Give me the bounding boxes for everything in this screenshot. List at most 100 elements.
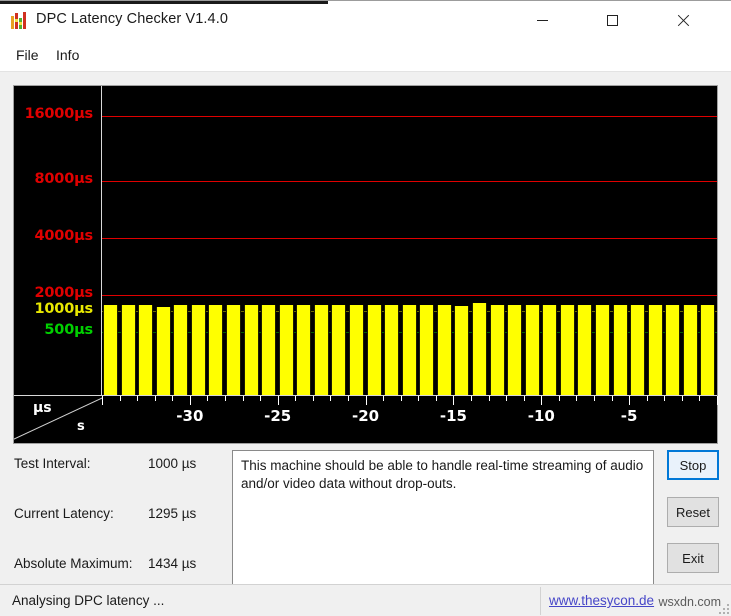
stop-button[interactable]: Stop [667, 450, 719, 480]
status-text: Analysing DPC latency ... [12, 593, 165, 608]
stat-value: 1000 µs [148, 456, 197, 471]
x-axis-tick-label: -5 [620, 407, 638, 425]
menubar: File Info [0, 38, 731, 72]
x-axis-tick [154, 396, 156, 401]
bar [313, 305, 329, 395]
x-axis-tick [330, 396, 332, 401]
bar [155, 307, 171, 395]
x-axis-tick [506, 396, 508, 401]
website-link[interactable]: www.thesycon.de [549, 593, 654, 608]
x-axis-tick [435, 396, 437, 401]
x-axis-tick [137, 396, 139, 401]
x-axis-tick [312, 396, 314, 401]
x-axis-tick [242, 396, 244, 401]
window-title: DPC Latency Checker V1.4.0 [36, 11, 228, 27]
y-axis: 16000µs 8000µs 4000µs 2000µs 1000µs 500µs [14, 86, 102, 395]
x-axis-tick-label: -15 [439, 407, 467, 425]
bar [682, 304, 698, 395]
x-axis-tick [400, 396, 402, 401]
stat-label: Test Interval: [14, 456, 91, 471]
titlebar: DPC Latency Checker V1.4.0 [0, 0, 731, 38]
bar [419, 305, 435, 395]
x-axis-tick [611, 396, 613, 401]
x-axis-tick [102, 396, 103, 405]
maximize-icon [607, 14, 618, 26]
graph-plot-area [102, 86, 717, 395]
menu-item-info[interactable]: Info [52, 46, 83, 64]
bar [454, 305, 470, 395]
x-axis: -30 -25 -20 -15 -10 -5 [102, 395, 718, 443]
bar [278, 305, 294, 395]
close-button[interactable] [660, 2, 705, 38]
resize-grip[interactable] [717, 602, 729, 614]
x-axis-tick [260, 396, 262, 401]
bar [261, 305, 277, 395]
x-axis-tick [453, 396, 455, 405]
x-axis-tick [523, 396, 525, 401]
bar [489, 304, 505, 395]
corner-diagonal-line [14, 396, 102, 441]
bar [630, 305, 646, 395]
bar [507, 305, 523, 395]
x-axis-tick [594, 396, 595, 401]
x-axis-tick [119, 396, 121, 401]
close-icon [676, 14, 689, 27]
menu-item-file[interactable]: File [12, 46, 43, 64]
exit-button[interactable]: Exit [667, 543, 719, 573]
bar [612, 304, 628, 395]
x-axis-tick [418, 396, 420, 401]
bar [700, 304, 716, 395]
statusbar-divider [540, 587, 541, 615]
x-axis-tick-label: -25 [264, 407, 292, 425]
x-axis-tick [225, 396, 226, 401]
y-axis-tick-label: 500µs [44, 322, 93, 338]
bar [542, 305, 558, 395]
x-axis-tick-label: -10 [527, 407, 555, 425]
latency-graph: 16000µs 8000µs 4000µs 2000µs 1000µs 500µs µs … [13, 85, 718, 444]
gridline [102, 238, 717, 239]
stat-value: 1434 µs [148, 556, 197, 571]
client-area: 16000µs 8000µs 4000µs 2000µs 1000µs 500µs µs … [0, 72, 731, 616]
bar [173, 305, 189, 395]
watermark-text: wsxdn.com [658, 595, 721, 609]
x-axis-tick [558, 396, 560, 401]
x-axis-tick [207, 396, 209, 401]
bar [208, 305, 224, 395]
minimize-button[interactable] [520, 2, 565, 38]
dpc-latency-checker-window: DPC Latency Checker V1.4.0 File Info 160… [0, 0, 731, 616]
stat-label: Current Latency: [14, 506, 114, 521]
bar [401, 305, 417, 395]
bar [384, 305, 400, 395]
x-axis-tick [629, 396, 631, 405]
x-axis-tick [383, 396, 385, 401]
bar [559, 305, 575, 395]
x-axis-tick [664, 396, 666, 401]
x-axis-tick [576, 396, 578, 401]
reset-button[interactable]: Reset [667, 497, 719, 527]
maximize-button[interactable] [590, 2, 635, 38]
x-axis-tick [717, 396, 718, 405]
x-axis-tick [699, 396, 701, 401]
bar [577, 305, 593, 395]
axis-corner-legend: µs s [14, 395, 102, 443]
gridline [102, 181, 717, 182]
x-axis-tick [189, 396, 191, 405]
x-axis-tick [295, 396, 297, 401]
bar [366, 305, 382, 395]
bar [138, 304, 154, 395]
y-axis-tick-label: 2000µs [34, 285, 94, 301]
bar [331, 304, 347, 395]
x-axis-tick [172, 396, 174, 401]
bar [243, 305, 259, 395]
minimize-icon [537, 19, 548, 21]
bar [349, 304, 365, 395]
gridline [102, 295, 717, 296]
statusbar: Analysing DPC latency ... www.thesycon.d… [0, 584, 731, 616]
stat-label: Absolute Maximum: [14, 556, 133, 571]
bar [524, 305, 540, 395]
x-axis-tick [541, 396, 543, 405]
bar [190, 305, 206, 395]
bar [103, 305, 119, 395]
stat-value: 1295 µs [148, 506, 197, 521]
x-axis-tick [277, 396, 279, 405]
